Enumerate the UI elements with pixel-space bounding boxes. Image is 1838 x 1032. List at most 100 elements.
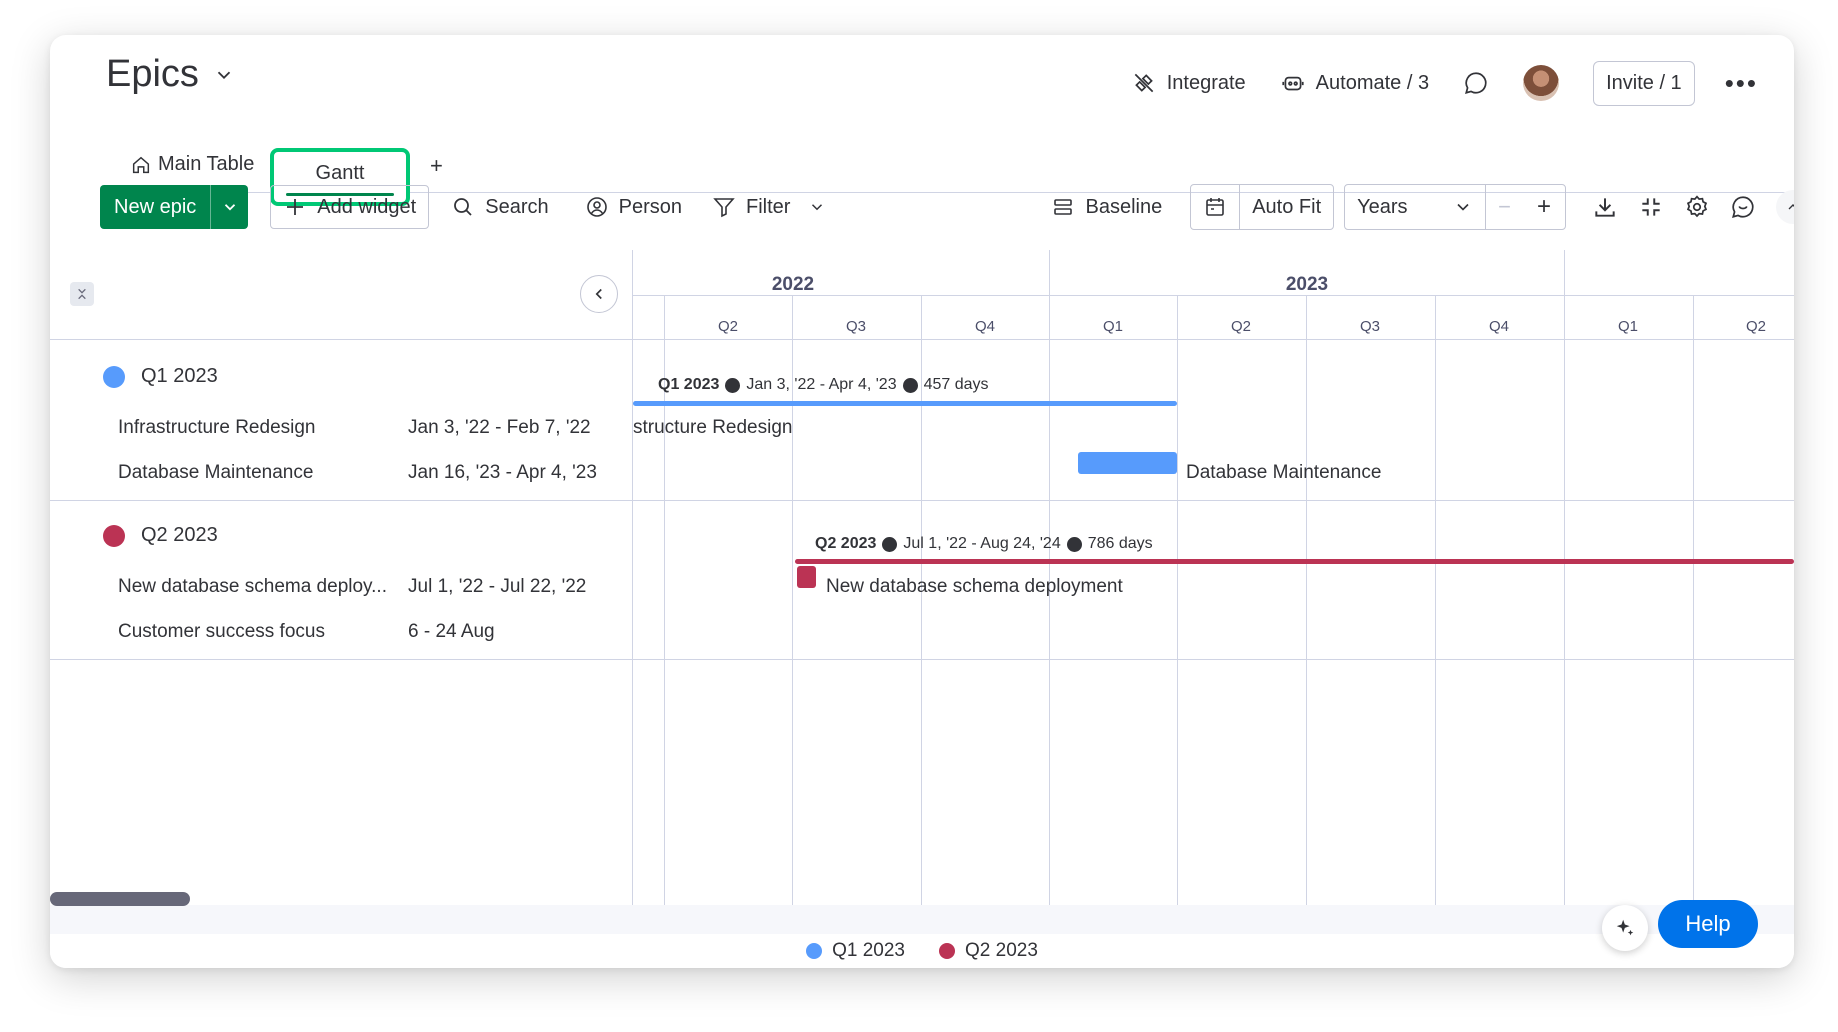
person-filter-button[interactable]: Person	[573, 185, 694, 229]
filter-label: Filter	[745, 195, 791, 218]
item-dates[interactable]: Jul 1, '22 - Jul 22, '22	[408, 576, 586, 598]
group-header-q1[interactable]: Q1 2023	[103, 365, 218, 388]
quarter-label: Q4	[1488, 318, 1510, 335]
quarter-label: Q1	[1102, 318, 1124, 335]
download-icon	[1595, 198, 1615, 217]
legend-label: Q1 2023	[832, 940, 905, 961]
zoom-select[interactable]: Years	[1345, 185, 1485, 229]
avatar[interactable]	[1523, 65, 1560, 101]
board-title[interactable]: Epics	[106, 53, 235, 96]
gear-icon	[1686, 195, 1708, 218]
summary-name: Q2 2023	[815, 535, 877, 552]
auto-fit-button[interactable]: Auto Fit	[1239, 185, 1333, 229]
legend: Q1 2023 Q2 2023	[50, 934, 1794, 968]
more-options-icon[interactable]: •••	[1725, 70, 1758, 96]
automate-button[interactable]: Automate / 3	[1280, 70, 1429, 96]
item-name[interactable]: Infrastructure Redesign	[118, 417, 316, 439]
item-dates[interactable]: Jan 16, '23 - Apr 4, '23	[408, 462, 597, 484]
add-widget-label: Add widget	[317, 195, 417, 218]
filter-button[interactable]: Filter	[700, 185, 838, 229]
new-epic-button[interactable]: New epic	[100, 185, 249, 229]
sparkle-icon	[1616, 919, 1634, 936]
search-button[interactable]: Search	[439, 185, 560, 229]
zoom-group: Years − +	[1344, 184, 1566, 230]
tab-gantt-label: Gantt	[315, 162, 365, 184]
person-icon	[586, 197, 607, 217]
collapse-view-button[interactable]	[1628, 185, 1674, 229]
zoom-out-button[interactable]: −	[1485, 185, 1523, 229]
quarter-grid-line	[1177, 295, 1178, 930]
separator-dot	[725, 377, 741, 393]
task-bar[interactable]	[797, 566, 816, 588]
separator-dot	[882, 536, 898, 552]
legend-dot	[806, 943, 823, 959]
zoom-in-button[interactable]: +	[1523, 185, 1565, 229]
group-color-dot	[103, 365, 125, 388]
quarter-label: Q1	[1617, 318, 1639, 335]
item-name[interactable]: Customer success focus	[118, 621, 325, 643]
top-actions: Integrate Automate / 3 Invite / 1 •••	[1097, 60, 1758, 106]
gantt-chart: 2022 2023 Q2 Q3 Q4 Q1 Q2 Q3 Q4 Q1 Q2 Q1 …	[50, 250, 1794, 930]
comment-icon	[1465, 72, 1487, 94]
new-epic-label[interactable]: New epic	[100, 185, 210, 229]
group-summary-label: Q2 2023 Jul 1, '22 - Aug 24, '24 786 day…	[815, 535, 1153, 553]
help-button[interactable]: Help	[1658, 900, 1758, 948]
add-view-button[interactable]: +	[430, 153, 443, 179]
robot-icon	[1282, 76, 1304, 91]
filter-icon	[713, 198, 735, 218]
baseline-button[interactable]: Baseline	[1039, 185, 1174, 229]
chat-icon	[1732, 196, 1754, 218]
quarter-grid-line	[1306, 295, 1307, 930]
item-dates[interactable]: 6 - 24 Aug	[408, 621, 495, 643]
updates-button[interactable]	[1463, 70, 1489, 96]
search-label: Search	[485, 195, 549, 218]
summary-days: 457 days	[923, 376, 989, 393]
integrate-label: Integrate	[1166, 71, 1246, 94]
group-name: Q2 2023	[141, 524, 218, 546]
group-header-q2[interactable]: Q2 2023	[103, 524, 218, 547]
summary-range: Jul 1, '22 - Aug 24, '24	[903, 535, 1061, 552]
summary-name: Q1 2023	[658, 376, 720, 393]
legend-item: Q1 2023	[806, 934, 905, 968]
item-dates[interactable]: Jan 3, '22 - Feb 7, '22	[408, 417, 591, 439]
export-button[interactable]	[1582, 185, 1628, 229]
header-bottom-line	[50, 339, 1794, 340]
task-bar[interactable]	[1078, 452, 1177, 474]
chevron-down-icon[interactable]	[213, 64, 235, 86]
collapse-toolbar-button[interactable]	[1776, 190, 1794, 224]
baseline-icon	[1054, 199, 1073, 215]
task-bar-label: structure Redesign	[633, 417, 793, 438]
person-label: Person	[618, 195, 682, 218]
item-name[interactable]: Database Maintenance	[118, 462, 313, 484]
task-bar-label: New database schema deployment	[826, 576, 1123, 597]
legend-item: Q2 2023	[939, 934, 1038, 968]
search-icon	[454, 198, 472, 216]
chevron-down-icon[interactable]	[808, 198, 826, 216]
quarter-label: Q2	[717, 318, 739, 335]
baseline-label: Baseline	[1085, 195, 1163, 218]
ai-assistant-button[interactable]	[1602, 905, 1648, 951]
integrate-button[interactable]: Integrate	[1131, 70, 1246, 96]
invite-label: Invite / 1	[1606, 71, 1682, 94]
summary-days: 786 days	[1087, 535, 1153, 552]
calendar-button[interactable]	[1191, 185, 1239, 229]
group-summary-label: Q1 2023 Jan 3, '22 - Apr 4, '23 457 days	[658, 376, 989, 394]
new-epic-dropdown[interactable]	[210, 185, 248, 229]
automate-label: Automate / 3	[1315, 71, 1430, 94]
calendar-icon	[1206, 198, 1225, 216]
feedback-button[interactable]	[1720, 185, 1766, 229]
invite-button[interactable]: Invite / 1	[1593, 60, 1695, 106]
group-summary-bar[interactable]	[633, 401, 1177, 406]
item-name[interactable]: New database schema deploy...	[118, 576, 387, 598]
tab-main-table[interactable]: Main Table	[130, 153, 254, 176]
add-widget-button[interactable]: Add widget	[270, 185, 430, 229]
view-tabs: Main Table Gantt +	[100, 113, 1794, 206]
quarter-label: Q2	[1745, 318, 1767, 335]
horizontal-scrollbar[interactable]	[50, 892, 190, 906]
group-summary-bar[interactable]	[795, 559, 1794, 564]
auto-fit-group: Auto Fit	[1190, 184, 1335, 230]
collapse-icon	[1642, 198, 1660, 216]
year-separator	[1049, 250, 1050, 295]
year-separator	[1564, 250, 1565, 295]
settings-button[interactable]	[1674, 185, 1720, 229]
